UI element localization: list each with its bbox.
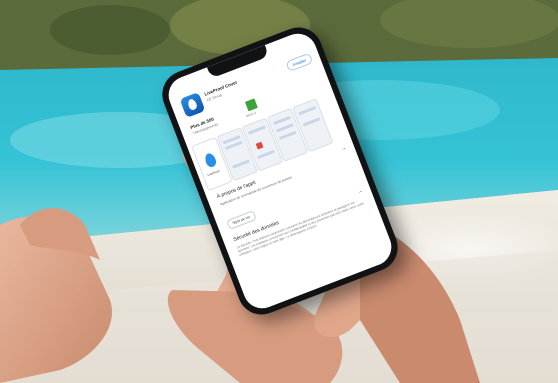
water-drop-icon: [203, 151, 218, 169]
data-safety-section[interactable]: Sécurité des données → La sécurité, c'es…: [233, 188, 370, 258]
pegi-rating-icon: [244, 98, 258, 112]
pegi-label: PEGI 3: [245, 110, 257, 119]
arrow-right-icon[interactable]: →: [357, 188, 364, 195]
screenshot-caption: LiveProof: [206, 168, 221, 178]
install-button[interactable]: Installer: [285, 52, 314, 73]
water-drop-icon: [179, 92, 206, 118]
arrow-right-icon[interactable]: →: [340, 145, 347, 152]
photo-scene: LiveProof Cover CE Group Installer Plus …: [0, 0, 558, 383]
data-safety-text: La sécurité, c'est d'abord comprendre co…: [235, 200, 365, 258]
category-chip[interactable]: Style de vie: [226, 210, 257, 230]
